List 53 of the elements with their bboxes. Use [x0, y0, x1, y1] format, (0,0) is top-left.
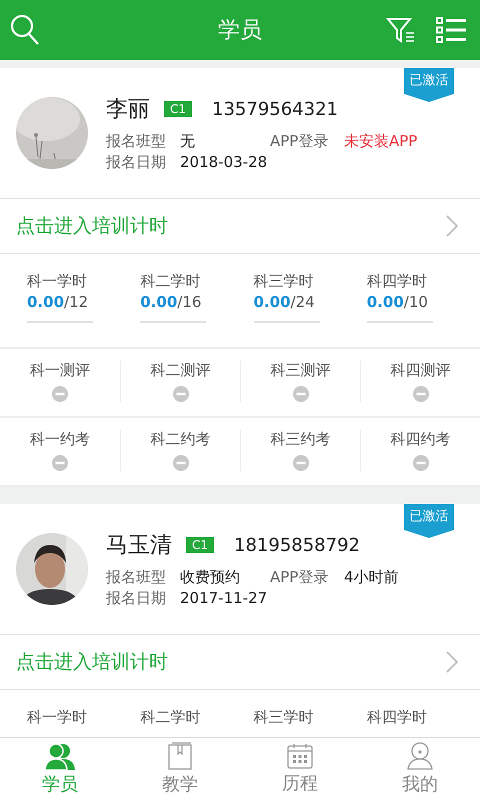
exam-label[interactable]: 科二约考: [150, 430, 210, 449]
page-title: 学员: [218, 18, 262, 43]
hours-label: 科四学时: [366, 272, 428, 291]
class-value: 收费预约: [180, 568, 241, 587]
evaluation-label[interactable]: 科二测评: [150, 361, 210, 380]
class-label: 报名班型: [106, 568, 167, 587]
hours-label: 科三学时: [254, 708, 314, 727]
hours-label: 科一学时: [27, 272, 88, 291]
exam-label[interactable]: 科四约考: [390, 430, 450, 449]
chevron-right-icon: [446, 651, 458, 673]
evaluation-label[interactable]: 科三测评: [270, 361, 330, 380]
hours-value: 0.00/24: [254, 293, 316, 311]
chevron-right-icon: [446, 215, 458, 237]
class-label: 报名班型: [106, 132, 167, 151]
status-ribbon: 已激活: [404, 68, 454, 102]
date-label: 报名日期: [106, 153, 167, 172]
date-value: 2018-03-28: [180, 153, 268, 172]
evaluation-label[interactable]: 科一测评: [30, 361, 90, 380]
hours-value: 0.00/16: [140, 293, 202, 311]
phone-number: 13579564321: [212, 98, 338, 120]
hours-label: 科一学时: [27, 708, 88, 727]
hours-label: 科三学时: [254, 272, 314, 291]
app-login-value: 4小时前: [344, 568, 399, 587]
phone-number: 18195858792: [234, 534, 360, 556]
hours-label: 科二学时: [140, 708, 202, 727]
evaluation-label[interactable]: 科四测评: [390, 361, 450, 380]
list-menu-icon[interactable]: [436, 17, 466, 43]
license-tag: C1: [164, 101, 192, 117]
tab[interactable]: 教学: [120, 738, 240, 800]
app-login-value: 未安装APP: [344, 132, 418, 151]
hours-label: 科四学时: [366, 708, 428, 727]
app-login-label: APP登录: [270, 568, 330, 587]
hours-value: 0.00/12: [27, 293, 90, 311]
people-icon: [45, 742, 75, 770]
hours-value: 0.00/10: [366, 293, 429, 311]
calendar-icon: [287, 743, 313, 769]
date-value: 2017-11-27: [180, 589, 268, 608]
date-label: 报名日期: [106, 589, 167, 608]
student-name: 马玉清: [106, 532, 172, 560]
status-ribbon: 已激活: [404, 504, 454, 538]
class-value: 无: [180, 132, 196, 151]
search-icon[interactable]: [10, 14, 40, 46]
hours-label: 科二学时: [140, 272, 202, 291]
book-icon: [168, 742, 192, 770]
exam-label[interactable]: 科三约考: [270, 430, 330, 449]
person-icon: [406, 742, 434, 770]
exam-label[interactable]: 科一约考: [30, 430, 90, 449]
student-name: 李丽: [106, 96, 150, 124]
license-tag: C1: [186, 537, 214, 553]
tab[interactable]: 历程: [240, 738, 360, 800]
app-login-label: APP登录: [270, 132, 330, 151]
filter-icon[interactable]: [386, 17, 416, 43]
tab[interactable]: 我的: [360, 738, 480, 800]
